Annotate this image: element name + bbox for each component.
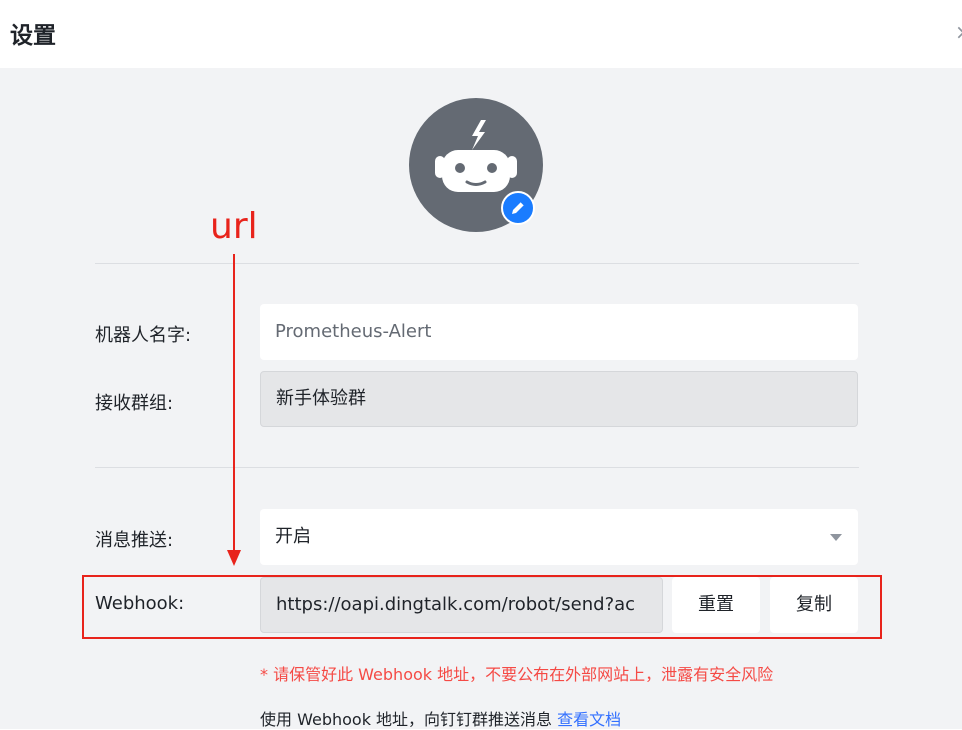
group-value: 新手体验群 [276,388,366,409]
annotation-arrow [227,254,241,566]
annotation-label: url [210,206,258,247]
robot-name-label: 机器人名字: [95,325,192,346]
divider [95,263,859,264]
usage-note: 使用 Webhook 地址，向钉钉群推送消息 查看文档 [260,706,621,730]
security-warning: * 请保管好此 Webhook 地址，不要公布在外部网站上，泄露有安全风险 [260,665,774,684]
robot-name-input[interactable]: Prometheus-Alert [260,304,858,360]
chevron-down-icon [830,534,842,541]
dialog-title: 设置 [10,23,56,49]
pencil-icon [512,201,525,214]
usage-text: 使用 Webhook 地址，向钉钉群推送消息 [260,710,553,729]
close-icon[interactable]: × [955,20,962,44]
group-field: 新手体验群 [260,371,858,427]
dialog-header: 设置 × [0,0,962,68]
push-select[interactable]: 开启 [260,509,858,565]
group-label: 接收群组: [95,393,174,414]
annotation-highlight-box [82,575,882,639]
robot-name-placeholder: Prometheus-Alert [275,321,432,342]
push-value: 开启 [275,526,311,547]
avatar-edit-button[interactable] [501,191,535,225]
view-docs-link[interactable]: 查看文档 [557,710,621,729]
divider [95,467,859,468]
push-label: 消息推送: [95,530,174,551]
